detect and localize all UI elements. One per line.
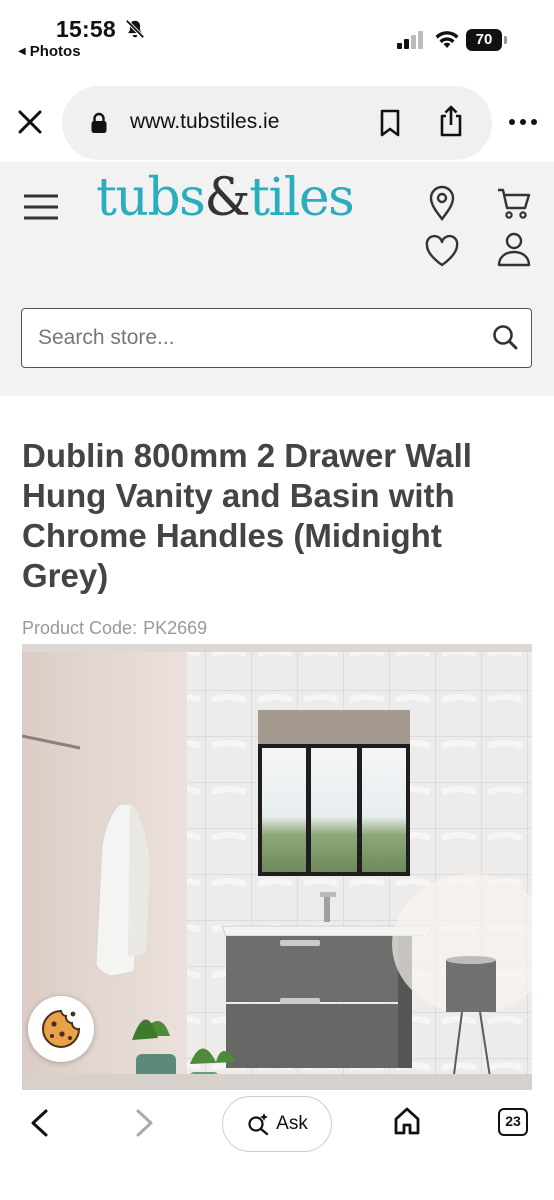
ask-button[interactable]: Ask — [222, 1096, 332, 1152]
product-image[interactable] — [22, 644, 532, 1090]
tabs-button[interactable]: 23 — [498, 1108, 528, 1136]
vanity-photo — [22, 644, 532, 1090]
lock-icon — [91, 112, 107, 133]
product-code-label: Product Code: — [22, 618, 138, 638]
back-triangle-icon: ◀ — [18, 46, 26, 57]
address-bar[interactable]: www.tubstiles.ie — [62, 86, 492, 160]
status-time: 15:58 — [56, 16, 116, 42]
battery-indicator: 70 — [466, 29, 508, 51]
home-icon[interactable] — [392, 1106, 422, 1136]
sparkle-search-icon — [248, 1113, 269, 1136]
hamburger-icon[interactable] — [22, 192, 60, 222]
status-bar: 15:58 ◀ Photos 70 — [0, 0, 554, 66]
logo-part-tiles: tiles — [249, 168, 355, 228]
product-title: Dublin 800mm 2 Drawer Wall Hung Vanity a… — [22, 437, 472, 594]
cart-icon[interactable] — [496, 186, 532, 220]
search-input[interactable] — [22, 309, 472, 366]
browser-toolbar: Ask 23 — [0, 1090, 554, 1200]
chevron-left-icon[interactable] — [26, 1108, 52, 1138]
logo-part-tubs: tubs — [96, 168, 206, 228]
url-text: www.tubstiles.ie — [130, 110, 280, 133]
heart-icon[interactable] — [424, 234, 460, 268]
search-icon[interactable] — [491, 323, 519, 351]
battery-level: 70 — [466, 29, 502, 51]
cookie-icon — [42, 1009, 81, 1048]
map-pin-icon[interactable] — [426, 184, 458, 222]
user-icon[interactable] — [496, 230, 532, 268]
share-icon[interactable] — [438, 104, 464, 138]
more-icon[interactable] — [506, 112, 540, 132]
product-code: Product Code: PK2669 — [22, 618, 207, 639]
product-code-value: PK2669 — [143, 618, 208, 638]
logo-ampersand: & — [204, 168, 250, 228]
ask-label: Ask — [276, 1113, 308, 1134]
close-icon[interactable] — [14, 106, 46, 138]
cellular-signal-icon — [397, 31, 423, 49]
back-to-app-link[interactable]: ◀ Photos — [18, 43, 81, 60]
site-header: tubs&tiles — [0, 162, 554, 396]
chevron-right-icon[interactable] — [132, 1108, 158, 1138]
wifi-icon — [435, 31, 459, 48]
browser-address-row: www.tubstiles.ie — [0, 66, 554, 162]
back-app-label: Photos — [29, 43, 81, 60]
bookmark-icon[interactable] — [378, 108, 402, 138]
bell-muted-icon — [125, 19, 145, 39]
cookie-settings-button[interactable] — [28, 996, 94, 1062]
search-box — [21, 308, 532, 368]
battery-cap — [504, 36, 507, 44]
site-logo[interactable]: tubs&tiles — [96, 168, 355, 228]
